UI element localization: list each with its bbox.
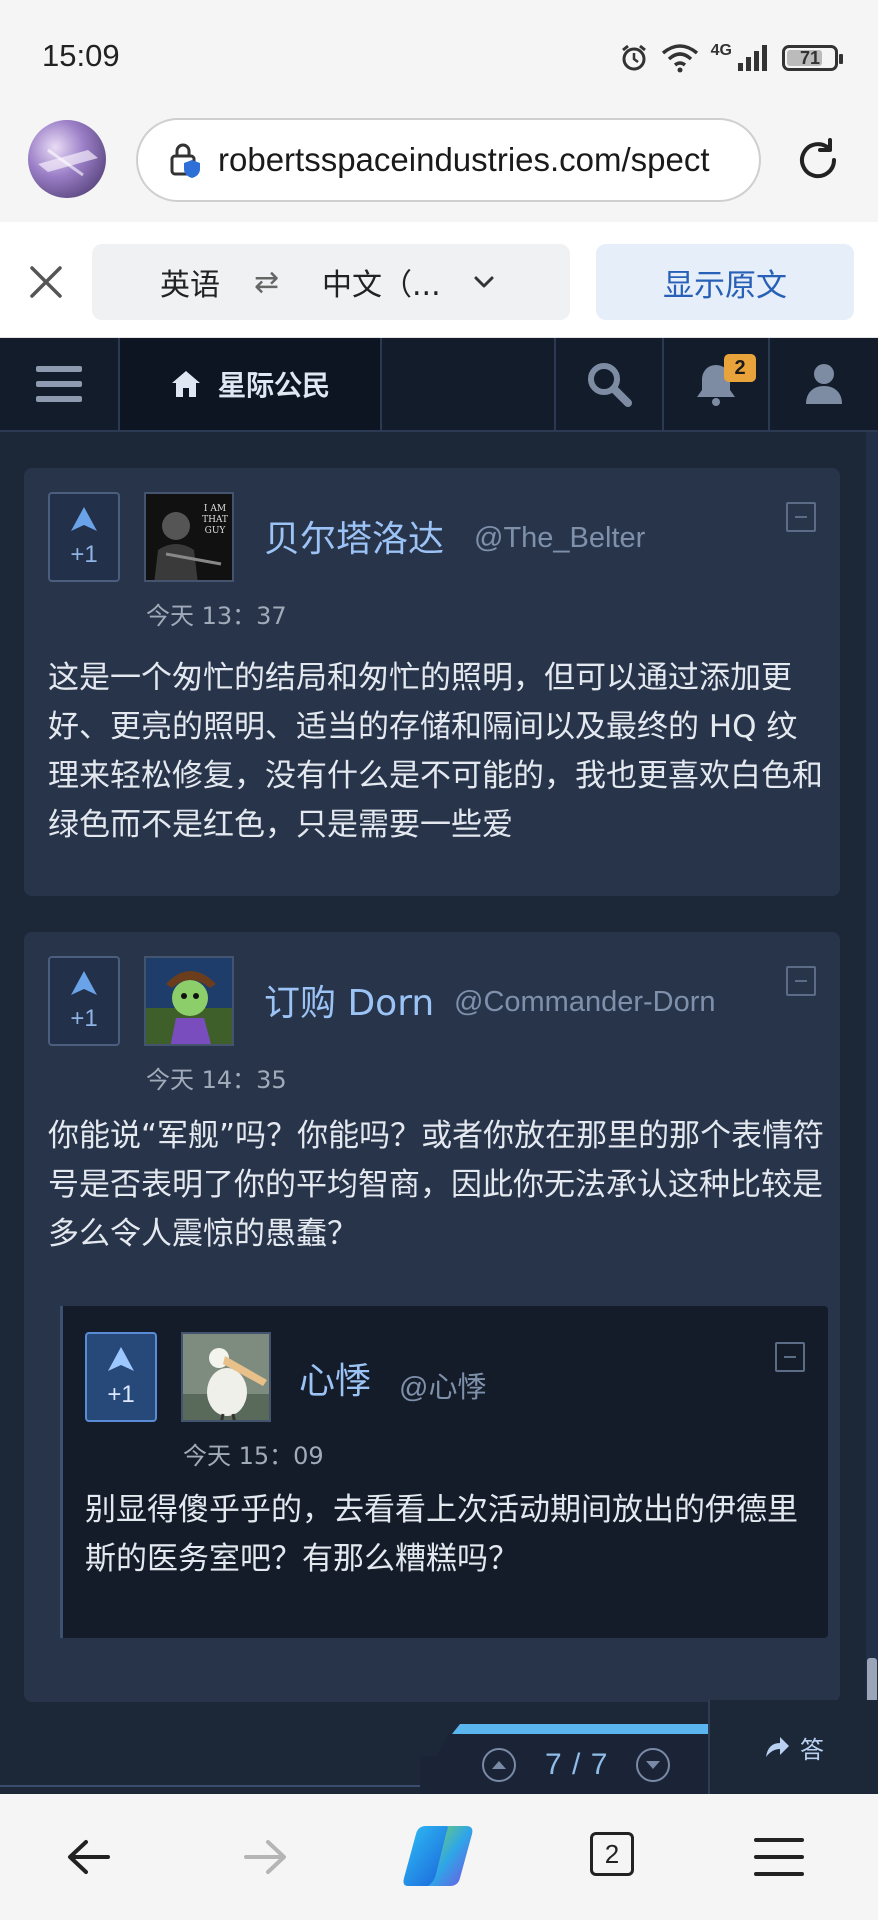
close-icon[interactable] bbox=[24, 260, 68, 304]
browser-url-bar: robertsspaceindustries.com/spect bbox=[0, 110, 878, 222]
comment-timestamp: 今天 14：35 bbox=[146, 1066, 287, 1094]
comment-author-name[interactable]: 订购 Dorn bbox=[264, 974, 434, 1026]
comment-timestamp: 今天 15：09 bbox=[183, 1442, 324, 1470]
site-content: 星际公民 2 +1 I AM THAT GUY 贝尔塔洛达 @The_Belte… bbox=[0, 338, 878, 1794]
reply-button[interactable]: 答 bbox=[708, 1700, 878, 1794]
upvote-button[interactable]: +1 bbox=[48, 492, 120, 582]
network-type: 4G bbox=[710, 42, 732, 59]
hamburger-icon bbox=[36, 366, 82, 402]
wifi-icon bbox=[661, 44, 698, 73]
pager-up-button[interactable] bbox=[482, 1748, 516, 1782]
copilot-icon[interactable] bbox=[400, 1818, 476, 1894]
source-language: 英语 bbox=[160, 268, 220, 303]
upvote-button[interactable]: +1 bbox=[85, 1332, 157, 1422]
reply-label: 答 bbox=[800, 1735, 824, 1764]
comment-author-name[interactable]: 贝尔塔洛达 bbox=[264, 510, 444, 562]
avatar[interactable] bbox=[181, 1332, 271, 1422]
chevron-down-icon[interactable] bbox=[472, 270, 496, 294]
scrollbar[interactable] bbox=[866, 432, 878, 1794]
home-icon bbox=[171, 371, 200, 397]
comment-author-name[interactable]: 心悸 bbox=[299, 1352, 371, 1404]
upvote-arrow-icon bbox=[71, 971, 97, 995]
upvote-arrow-icon bbox=[71, 507, 97, 531]
pager-down-button[interactable] bbox=[636, 1748, 670, 1782]
comment-timestamp: 今天 13：37 bbox=[146, 602, 287, 630]
page-indicator: 7 / 7 bbox=[545, 1748, 609, 1781]
alarm-icon bbox=[621, 44, 646, 71]
status-icons: 4G 71 bbox=[619, 40, 843, 76]
account-button[interactable] bbox=[770, 338, 878, 430]
notification-badge: 2 bbox=[724, 354, 756, 382]
reply-arrow-icon bbox=[766, 1737, 789, 1757]
comment-body: 别显得傻乎乎的，去看看上次活动期间放出的伊德里斯的医务室吧？有那么糟糕吗？ bbox=[85, 1492, 798, 1577]
search-icon bbox=[588, 363, 632, 407]
address-bar[interactable]: robertsspaceindustries.com/spect bbox=[136, 118, 761, 202]
url-text: robertsspaceindustries.com/spect bbox=[218, 141, 710, 178]
comment-author-handle[interactable]: @Commander-Dorn bbox=[454, 986, 716, 1019]
upvote-arrow-icon bbox=[108, 1347, 134, 1371]
comment-author-handle[interactable]: @The_Belter bbox=[474, 522, 645, 555]
chevron-down-icon bbox=[646, 1761, 660, 1769]
reply-card: +1 心悸 @心悸 今天 15：09 别显得傻乎乎的，去看看上次活动期间放出的伊… bbox=[60, 1306, 828, 1638]
show-original-button[interactable]: 显示原文 bbox=[596, 244, 854, 320]
upvote-button[interactable]: +1 bbox=[48, 956, 120, 1046]
chevron-up-icon bbox=[492, 1761, 506, 1769]
signal-icon bbox=[738, 45, 767, 71]
translate-bar: 英语 ⇄ 中文（... 显示原文 bbox=[0, 222, 878, 338]
collapse-toggle[interactable] bbox=[786, 502, 816, 532]
comment-card: +1 订购 Dorn @Commander-Dorn 今天 14：35 你能说“… bbox=[24, 932, 840, 1702]
collapse-toggle[interactable] bbox=[775, 1342, 805, 1372]
menu-button[interactable] bbox=[0, 338, 120, 430]
notifications-button[interactable]: 2 bbox=[664, 338, 770, 430]
comment-author-handle[interactable]: @心悸 bbox=[399, 1364, 486, 1406]
tabs-button[interactable]: 2 bbox=[590, 1832, 634, 1876]
pager-progress bbox=[452, 1724, 708, 1734]
menu-icon[interactable] bbox=[750, 1828, 808, 1886]
forward-icon[interactable] bbox=[236, 1828, 294, 1886]
language-selector[interactable]: 英语 ⇄ 中文（... bbox=[92, 244, 570, 320]
secure-lock-icon[interactable] bbox=[166, 140, 206, 180]
target-language: 中文（... bbox=[322, 268, 441, 303]
search-button[interactable] bbox=[554, 338, 664, 430]
battery-indicator: 71 bbox=[782, 45, 843, 71]
status-bar: 15:09 4G 71 bbox=[0, 0, 878, 110]
comment-body: 你能说“军舰”吗？你能吗？或者你放在那里的那个表情符号是否表明了你的平均智商，因… bbox=[48, 1118, 825, 1252]
avatar[interactable] bbox=[144, 956, 234, 1046]
status-time: 15:09 bbox=[42, 38, 120, 73]
home-link[interactable]: 星际公民 bbox=[120, 338, 382, 430]
comment-body: 这是一个匆忙的结局和匆忙的照明，但可以通过添加更好、更亮的照明、适当的存储和隔间… bbox=[48, 660, 823, 843]
back-icon[interactable] bbox=[60, 1828, 118, 1886]
collapse-toggle[interactable] bbox=[786, 966, 816, 996]
comment-card: +1 I AM THAT GUY 贝尔塔洛达 @The_Belter 今天 13… bbox=[24, 468, 840, 896]
reload-icon[interactable] bbox=[792, 134, 844, 186]
avatar[interactable]: I AM THAT GUY bbox=[144, 492, 234, 582]
profile-avatar[interactable] bbox=[28, 120, 106, 198]
home-label: 星际公民 bbox=[217, 369, 330, 402]
site-navbar: 星际公民 2 bbox=[0, 338, 878, 432]
browser-bottom-bar: 2 bbox=[0, 1794, 878, 1920]
user-icon bbox=[806, 364, 842, 404]
swap-languages-icon[interactable]: ⇄ bbox=[254, 265, 279, 300]
